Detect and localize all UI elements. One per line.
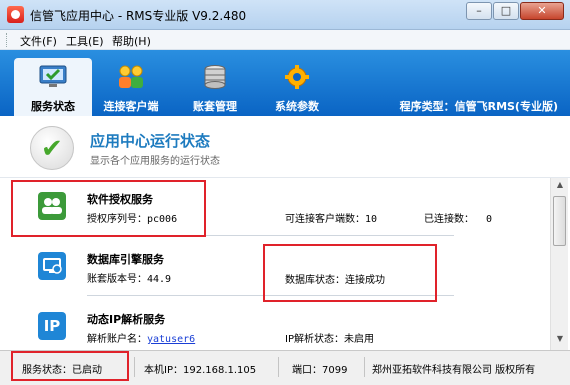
service-status: 服务状态：已启动 <box>22 365 102 376</box>
service-database: 数据库引擎服务 账套版本号：44.9 数据库状态：连接成功 <box>0 238 550 296</box>
tab-label: 连接客户端 <box>103 100 159 113</box>
vertical-scrollbar[interactable]: ▲ ▼ <box>550 178 568 350</box>
field-value: 连接成功 <box>345 275 385 286</box>
local-ip: 本机IP：192.168.1.105 <box>144 365 257 376</box>
field-label: 数据库状态： <box>285 275 345 286</box>
service-list: 软件授权服务 授权序列号：pc006 可连接客户端数：10 已连接数： 0 数据库… <box>0 178 550 350</box>
field-label: 已连接数： <box>424 214 474 225</box>
gear-icon <box>282 64 312 90</box>
app-logo-icon <box>7 6 24 23</box>
resolve-account-link[interactable]: yatuser6 <box>147 334 195 345</box>
tab-connected-clients[interactable]: 连接客户端 <box>92 58 170 116</box>
divider <box>87 295 454 296</box>
tab-service-status[interactable]: 服务状态 <box>14 58 92 116</box>
section-title: 应用中心运行状态 <box>90 132 211 150</box>
users-icon <box>116 64 146 90</box>
field-label: IP解析状态： <box>285 334 344 345</box>
window-controls: – □ ✕ <box>465 2 564 20</box>
users-icon <box>38 192 66 220</box>
service-name: 数据库引擎服务 <box>87 253 164 266</box>
field-label: 解析账户名： <box>87 334 147 345</box>
scroll-up-icon[interactable]: ▲ <box>553 180 567 194</box>
maximize-button[interactable]: □ <box>493 2 519 20</box>
service-license: 软件授权服务 授权序列号：pc006 可连接客户端数：10 已连接数： 0 <box>0 178 550 236</box>
field-value: 10 <box>365 214 378 225</box>
license-serial: 授权序列号：pc006 <box>87 210 177 225</box>
section-header: ✔ 应用中心运行状态 显示各个应用服务的运行状态 <box>0 116 570 178</box>
field-value: 0 <box>486 214 493 225</box>
tab-label: 账套管理 <box>193 100 237 113</box>
minimize-button[interactable]: – <box>466 2 492 20</box>
service-dynamic-ip: IP 动态IP解析服务 解析账户名：yatuser6 IP解析状态：未启用 <box>0 298 550 350</box>
field-label: 账套版本号： <box>87 274 147 285</box>
menu-bar: 文件(F) 工具(E) 帮助(H) <box>0 30 570 50</box>
tab-label: 系统参数 <box>275 100 319 113</box>
tab-header: 服务状态 连接客户端 账套管理 系统参数 程序类型：信管飞RMS(专业版) <box>0 50 570 116</box>
field-label: 可连接客户端数： <box>285 214 365 225</box>
minimize-icon: – <box>476 4 482 17</box>
ip-resolve-status: IP解析状态：未启用 <box>285 330 374 345</box>
scroll-down-icon[interactable]: ▼ <box>553 334 567 348</box>
database-engine-icon <box>38 252 66 280</box>
program-type: 程序类型：信管飞RMS(专业版) <box>399 100 558 113</box>
monitor-check-icon <box>38 64 68 90</box>
divider <box>364 357 365 377</box>
field-value: 44.9 <box>147 274 172 285</box>
service-name: 动态IP解析服务 <box>87 313 166 326</box>
copyright: 郑州亚拓软件科技有限公司 版权所有 <box>372 365 536 376</box>
tab-system-params[interactable]: 系统参数 <box>258 58 336 116</box>
field-value: pc006 <box>147 214 178 225</box>
ip-icon: IP <box>38 312 66 340</box>
port: 端口：7099 <box>292 365 348 376</box>
connected-count: 已连接数： 0 <box>424 210 492 225</box>
divider <box>87 235 454 236</box>
field-value: 未启用 <box>343 334 374 345</box>
divider <box>134 357 135 377</box>
divider <box>278 357 279 377</box>
section-subtitle: 显示各个应用服务的运行状态 <box>90 156 220 167</box>
resolve-account: 解析账户名：yatuser6 <box>87 330 195 345</box>
menu-tools[interactable]: 工具(E) <box>66 33 104 49</box>
window-title: 信管飞应用中心 - RMS专业版 V9.2.480 <box>30 9 247 23</box>
tab-label: 服务状态 <box>31 100 75 113</box>
close-icon: ✕ <box>537 4 547 17</box>
max-clients: 可连接客户端数：10 <box>285 210 377 225</box>
close-button[interactable]: ✕ <box>520 2 564 20</box>
menu-file[interactable]: 文件(F) <box>20 33 57 49</box>
database-status: 数据库状态：连接成功 <box>285 271 385 286</box>
menu-grip <box>6 33 9 47</box>
menu-help[interactable]: 帮助(H) <box>112 33 151 49</box>
status-bar: 服务状态：已启动 本机IP：192.168.1.105 端口：7099 郑州亚拓… <box>0 350 570 385</box>
maximize-icon: □ <box>500 4 512 17</box>
field-label: 授权序列号： <box>87 214 147 225</box>
database-icon <box>200 64 230 90</box>
check-icon: ✔ <box>30 126 74 170</box>
title-bar: 信管飞应用中心 - RMS专业版 V9.2.480 – □ ✕ <box>0 0 570 30</box>
scroll-thumb[interactable] <box>553 196 566 246</box>
account-version: 账套版本号：44.9 <box>87 270 171 285</box>
service-name: 软件授权服务 <box>87 193 153 206</box>
tab-account-management[interactable]: 账套管理 <box>176 58 254 116</box>
